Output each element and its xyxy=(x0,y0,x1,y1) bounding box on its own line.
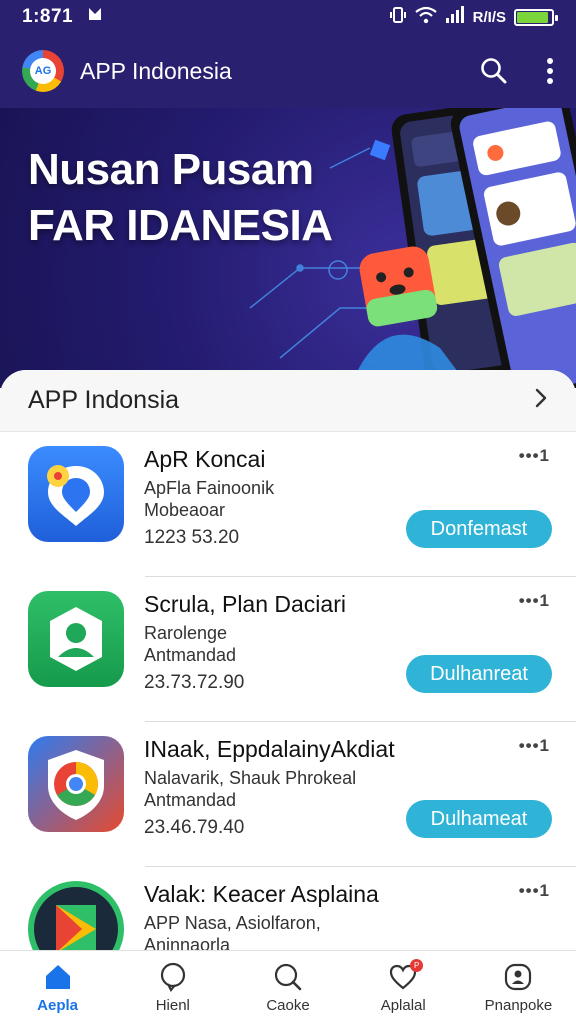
download-button[interactable]: Dulhameat xyxy=(406,800,552,838)
search-icon xyxy=(481,58,507,84)
nav-label: Caoke xyxy=(266,997,310,1014)
app-section: APP Indonsia ApR Koncai ApFla Fainoonik … xyxy=(0,370,576,950)
battery-icon xyxy=(514,8,558,26)
notification-icon xyxy=(87,6,103,28)
hero-title-line2: FAR IDANESIA xyxy=(28,201,333,250)
app-developer: Nalavarik, Shauk Phrokeal xyxy=(144,768,357,788)
nav-item-profile[interactable]: Pnanpoke xyxy=(461,951,576,1024)
app-name: Valak: Keacer Asplaina xyxy=(144,881,379,907)
vibrate-icon xyxy=(389,6,407,28)
more-vert-icon xyxy=(547,58,553,84)
nav-label: Pnanpoke xyxy=(484,997,553,1014)
app-title: APP Indonesia xyxy=(80,57,232,84)
rating-badge: •••1 xyxy=(518,736,550,755)
rating-badge: •••1 xyxy=(518,591,550,610)
wifi-icon xyxy=(414,6,437,28)
app-name: ApR Koncai xyxy=(144,446,266,472)
play-store-icon xyxy=(28,881,124,950)
nav-item-home[interactable]: Aepla xyxy=(0,951,115,1024)
section-title: APP Indonsia xyxy=(28,386,180,414)
download-button[interactable]: Donfemast xyxy=(406,510,552,548)
hero-title: Nusan Pusam FAR IDANESIA xyxy=(28,142,333,254)
app-category: Aninnaorla xyxy=(144,935,231,950)
heart-icon: P xyxy=(387,959,424,993)
app-developer: APP Nasa, Asiolfaron, xyxy=(144,913,321,933)
hero-banner[interactable]: Nusan Pusam FAR IDANESIA xyxy=(0,108,576,388)
app-name: INaak, EppdalainyAkdiat xyxy=(144,736,395,762)
notification-badge: P xyxy=(410,959,424,972)
status-bar: 1:871 R/I/S xyxy=(0,0,576,34)
more-options-button[interactable] xyxy=(546,58,554,84)
app-developer: Rarolenge xyxy=(144,623,228,643)
nav-item-favorites[interactable]: P Aplalal xyxy=(346,951,461,1024)
location-chat-icon xyxy=(28,446,124,542)
app-developer: ApFla Fainoonik xyxy=(144,478,275,498)
rating-badge: •••1 xyxy=(518,881,550,900)
app-logo: AG xyxy=(22,50,64,92)
search-icon xyxy=(272,961,304,993)
list-item[interactable]: Scrula, Plan Daciari Rarolenge Antmandad… xyxy=(0,577,576,722)
app-logo-text: AG xyxy=(30,58,56,84)
nav-label: Hienl xyxy=(155,997,190,1014)
carrier-text: R/I/S xyxy=(472,8,506,26)
download-button[interactable]: Dulhanreat xyxy=(406,655,552,693)
bottom-nav: Aepla Hienl Caoke P Aplalal Pnanpoke xyxy=(0,950,576,1024)
home-icon xyxy=(42,961,74,993)
status-time: 1:871 xyxy=(22,6,74,27)
app-list: ApR Koncai ApFla Fainoonik Mobeaoar 1223… xyxy=(0,432,576,950)
chevron-right-icon[interactable] xyxy=(534,387,548,414)
hero-title-line1: Nusan Pusam xyxy=(28,145,314,194)
list-item[interactable]: ApR Koncai ApFla Fainoonik Mobeaoar 1223… xyxy=(0,432,576,577)
nav-item-search[interactable]: Caoke xyxy=(230,951,345,1024)
person-app-icon xyxy=(28,591,124,687)
rating-badge: •••1 xyxy=(518,446,550,465)
app-bar: AG APP Indonesia xyxy=(0,34,576,108)
app-name: Scrula, Plan Daciari xyxy=(144,591,346,617)
profile-icon xyxy=(502,961,534,993)
section-header[interactable]: APP Indonsia xyxy=(0,370,576,432)
list-item[interactable]: INaak, EppdalainyAkdiat Nalavarik, Shauk… xyxy=(0,722,576,867)
signal-icon xyxy=(445,6,465,28)
nav-label: Aepla xyxy=(37,997,79,1014)
search-button[interactable] xyxy=(480,57,508,85)
chrome-shield-icon xyxy=(28,736,124,832)
nav-label: Aplalal xyxy=(380,997,426,1014)
nav-item-chat[interactable]: Hienl xyxy=(115,951,230,1024)
chat-icon xyxy=(157,961,189,993)
list-item[interactable]: Valak: Keacer Asplaina APP Nasa, Asiolfa… xyxy=(0,867,576,950)
